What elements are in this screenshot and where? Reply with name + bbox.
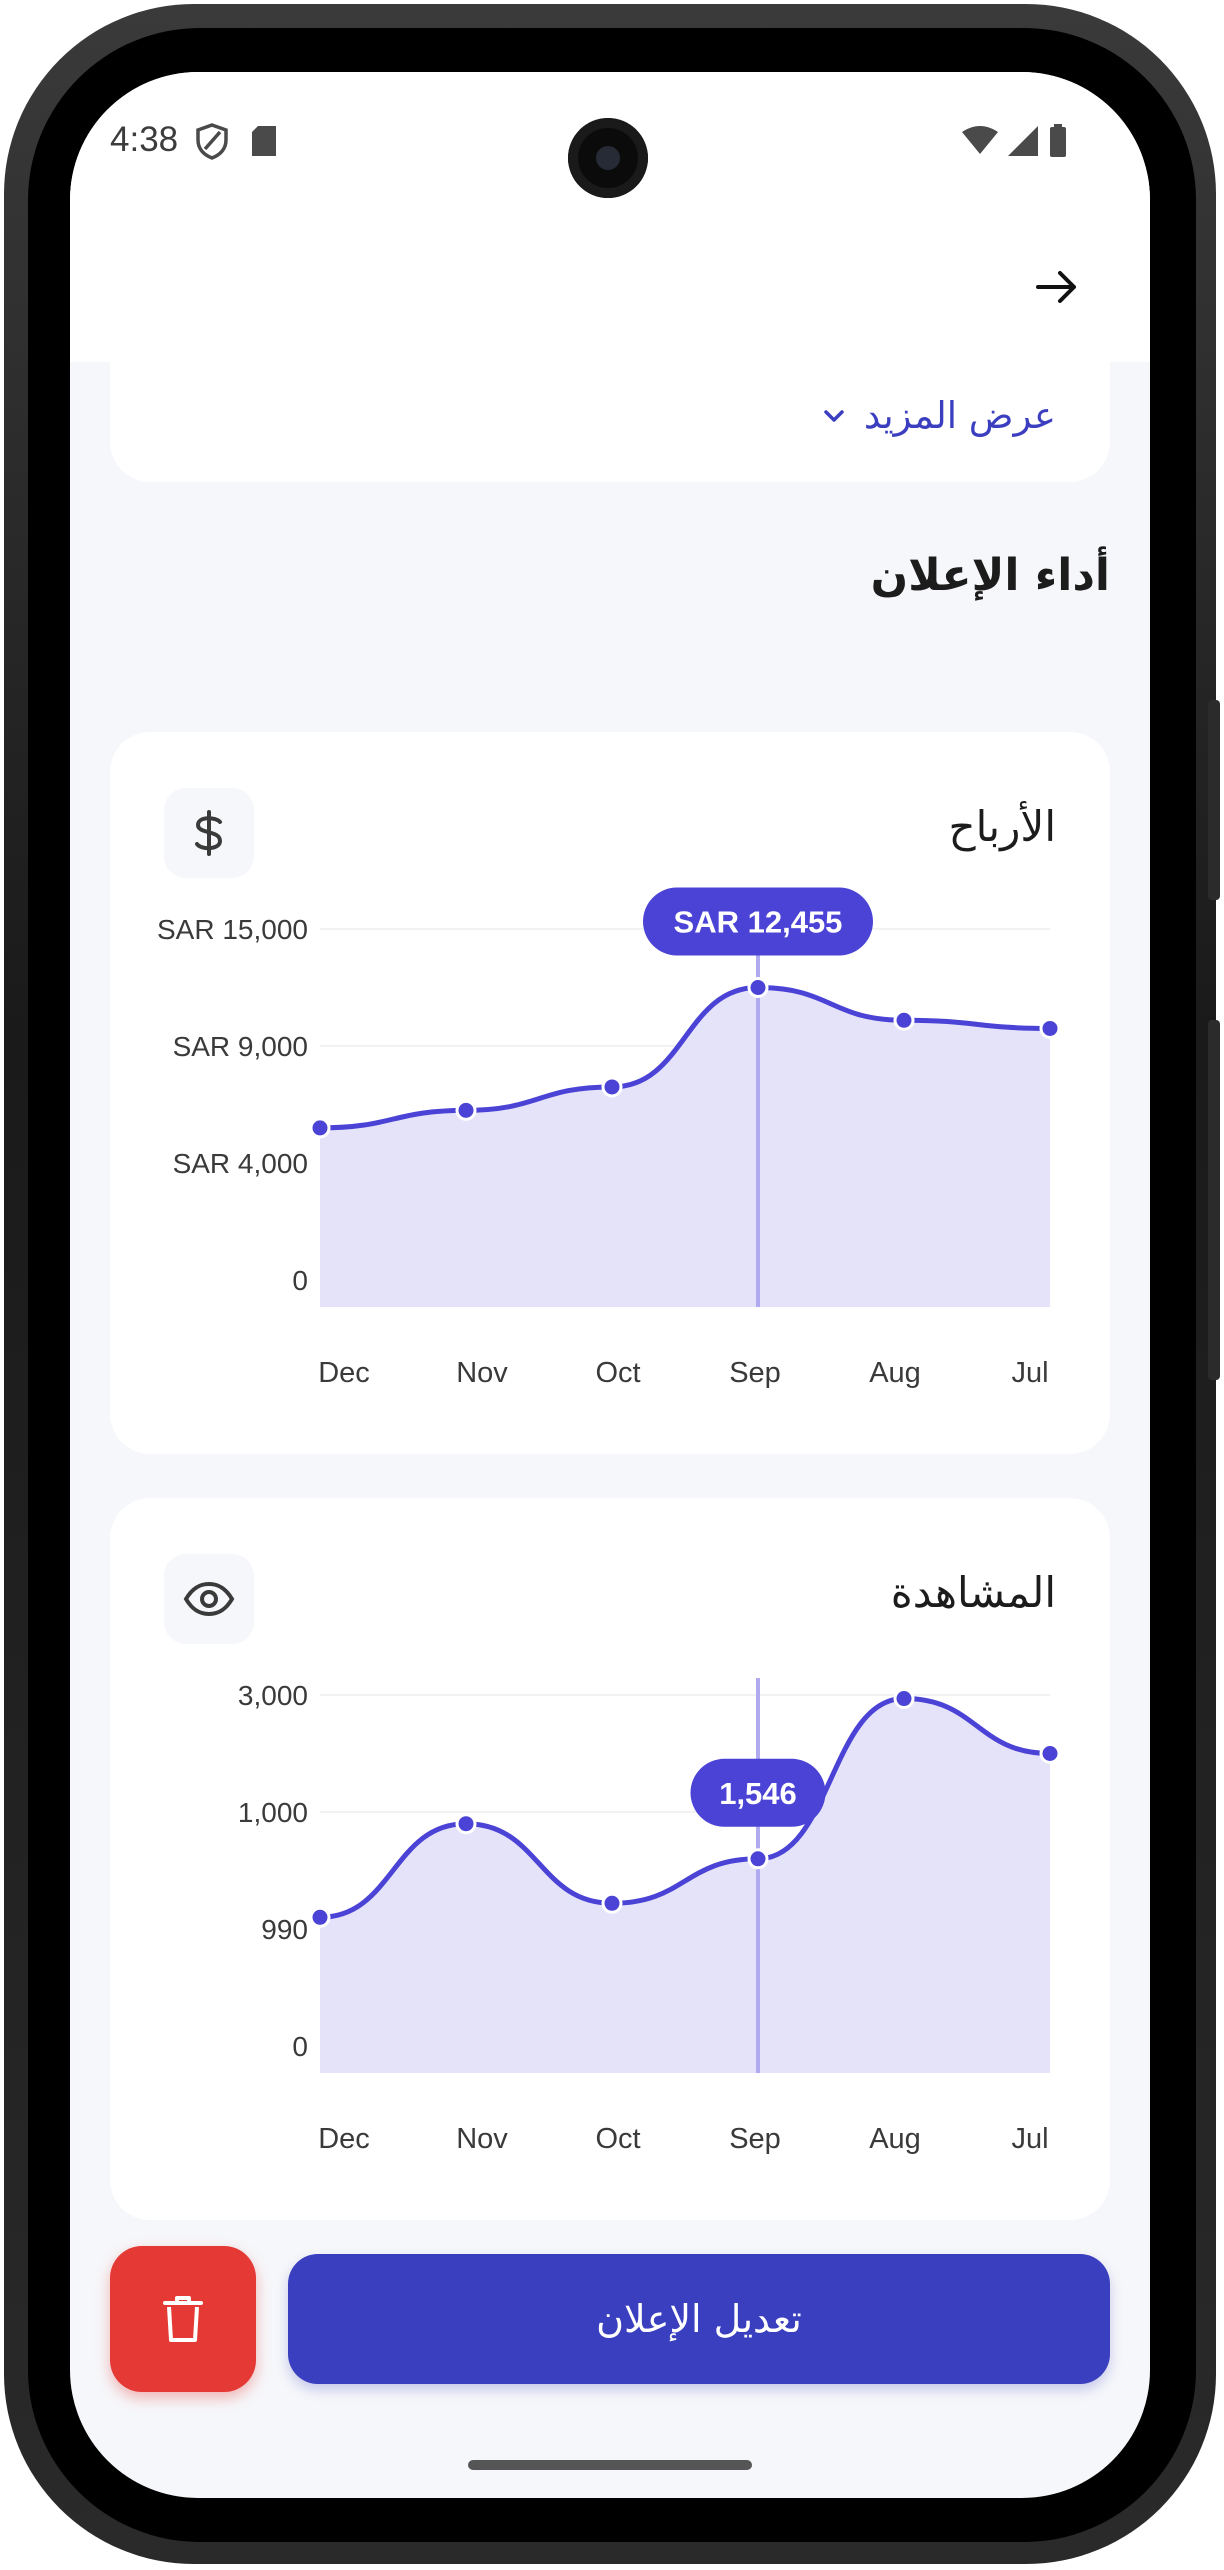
- y-tick-label: SAR 4,000: [173, 1148, 308, 1179]
- phone-device: 4:38 عرض المزيد أداء الإعلان الأرباح SAR…: [0, 0, 1224, 2570]
- y-tick-label: 0: [292, 2031, 308, 2062]
- data-point: [455, 1813, 477, 1835]
- show-more-button[interactable]: عرض المزيد: [820, 394, 1056, 437]
- x-tick-label: Aug: [869, 1357, 921, 1389]
- data-point: [1039, 1017, 1061, 1039]
- front-camera: [568, 118, 648, 198]
- views-card: المشاهدة 3,000 1,000 990 0 Dec Nov Oct Sep Aug Ju…: [110, 1498, 1110, 2220]
- x-tick-label: Jul: [1011, 2123, 1048, 2155]
- profit-card: الأرباح SAR 15,000 SAR 9,000 SAR 4,000 0 Dec…: [110, 732, 1110, 1454]
- x-tick-label: Sep: [729, 2123, 781, 2155]
- data-point: [455, 1099, 477, 1121]
- data-point: [747, 1848, 769, 1870]
- value-tooltip: 1,546: [690, 1758, 826, 1827]
- data-point: [309, 1906, 331, 1928]
- value-tooltip: SAR 12,455: [643, 887, 873, 956]
- x-tick-label: Oct: [595, 2123, 640, 2155]
- x-tick-label: Nov: [456, 1357, 508, 1389]
- y-tick-label: SAR 15,000: [157, 914, 308, 945]
- show-more-label: عرض المزيد: [863, 394, 1056, 437]
- area-fill: [320, 1698, 1050, 2073]
- data-point: [601, 1076, 623, 1098]
- home-indicator[interactable]: [468, 2460, 752, 2470]
- sim-card-icon: [252, 126, 276, 156]
- x-tick-label: Dec: [318, 2123, 370, 2155]
- profit-chart[interactable]: SAR 15,000 SAR 9,000 SAR 4,000 0 Dec Nov Oct Se…: [110, 732, 1110, 1454]
- arrow-right-icon: [1036, 271, 1076, 303]
- status-icons-right: [960, 122, 1080, 162]
- back-button[interactable]: [1032, 262, 1082, 312]
- shield-icon: [196, 123, 228, 160]
- x-tick-label: Nov: [456, 2123, 508, 2155]
- status-time: 4:38: [110, 120, 179, 159]
- y-tick-label: 3,000: [238, 1680, 308, 1711]
- data-point: [309, 1117, 331, 1139]
- edit-ad-button[interactable]: تعديل الإعلان: [288, 2254, 1110, 2384]
- details-card: عرض المزيد: [110, 362, 1110, 482]
- power-button: [1208, 700, 1220, 900]
- chevron-down-icon: [824, 409, 844, 422]
- y-tick-label: 1,000: [238, 1797, 308, 1828]
- y-tick-label: 0: [292, 1265, 308, 1296]
- battery-icon: [1050, 124, 1066, 157]
- tooltip-label: 1,546: [719, 1776, 797, 1811]
- wifi-icon: [962, 126, 998, 154]
- signal-icon: [1008, 126, 1038, 156]
- status-bar: 4:38: [70, 72, 1150, 212]
- status-icons-left: [196, 122, 296, 166]
- app-header: [70, 212, 1150, 362]
- x-tick-label: Oct: [595, 1357, 640, 1389]
- views-chart[interactable]: 3,000 1,000 990 0 Dec Nov Oct Sep Aug Jul 1,546: [110, 1498, 1110, 2220]
- tooltip-label: SAR 12,455: [674, 905, 843, 940]
- data-point: [893, 1009, 915, 1031]
- x-tick-label: Aug: [869, 2123, 921, 2155]
- delete-button[interactable]: [110, 2246, 256, 2392]
- section-title: أداء الإعلان: [870, 550, 1110, 601]
- x-tick-label: Sep: [729, 1357, 781, 1389]
- y-tick-label: 990: [261, 1914, 308, 1945]
- data-point: [601, 1892, 623, 1914]
- data-point: [747, 977, 769, 998]
- data-point: [893, 1688, 915, 1710]
- volume-button: [1208, 1020, 1220, 1380]
- x-tick-label: Jul: [1011, 1357, 1048, 1389]
- data-point: [1039, 1743, 1061, 1764]
- app-screen: 4:38 عرض المزيد أداء الإعلان الأرباح SAR…: [70, 72, 1150, 2498]
- x-tick-label: Dec: [318, 1357, 370, 1389]
- y-tick-label: SAR 9,000: [173, 1031, 308, 1062]
- trash-icon: [163, 2296, 203, 2342]
